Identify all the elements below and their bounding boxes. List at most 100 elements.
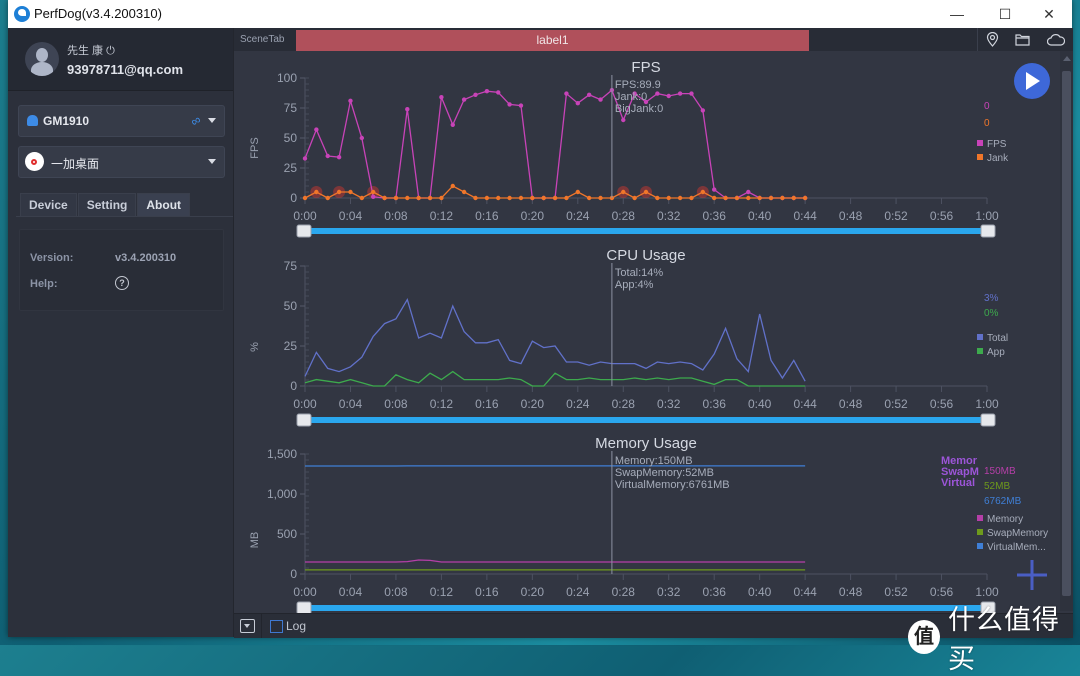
- fps-x-tick-label: 1:00: [975, 209, 999, 223]
- fps-jank-point: [598, 196, 602, 200]
- avatar[interactable]: [25, 42, 59, 76]
- main-panel: SceneTab label1 FPS FPS 02550751000:000:…: [233, 28, 1073, 637]
- fps-jank-point: [746, 196, 750, 200]
- fps-jank-point: [757, 196, 761, 200]
- fps-jank-point: [451, 184, 455, 188]
- app-select[interactable]: 一加桌面: [18, 146, 225, 178]
- log-checkbox[interactable]: [270, 620, 283, 633]
- fps-jank-point: [496, 196, 500, 200]
- fps-fps-point: [564, 91, 568, 95]
- scroll-up-arrow[interactable]: [1063, 56, 1071, 61]
- fps-y-tick-label: 25: [284, 161, 298, 175]
- cpu-x-tick-label: 0:40: [748, 397, 772, 411]
- fps-x-tick-label: 0:16: [475, 209, 499, 223]
- fps-jank-point: [632, 196, 636, 200]
- cpu-legend-label: App: [987, 347, 1005, 358]
- cpu-range-slider-left-handle[interactable]: [297, 414, 311, 426]
- fps-jank-point: [553, 196, 557, 200]
- memory-range-slider-track: [311, 605, 987, 611]
- link-icon[interactable]: ∞: [188, 112, 204, 130]
- add-chart-button[interactable]: [1017, 560, 1047, 590]
- cpu-x-tick-label: 0:12: [430, 397, 454, 411]
- memory-x-tick-label: 0:32: [657, 585, 681, 599]
- fps-fps-point: [405, 107, 409, 111]
- help-label: Help:: [30, 278, 58, 290]
- memory-legend-current-value: 52MB: [984, 481, 1010, 492]
- memory-legend-swatch: [977, 529, 983, 535]
- memory-y-tick-label: 500: [277, 527, 297, 541]
- device-name: GM1910: [43, 114, 89, 128]
- fps-y-tick-label: 0: [290, 191, 297, 205]
- memory-legend-label: VirtualMem...: [987, 542, 1046, 553]
- maximize-button[interactable]: ☐: [982, 0, 1028, 28]
- app-name: 一加桌面: [51, 155, 99, 172]
- cpu-x-tick-label: 0:44: [793, 397, 817, 411]
- minimize-button[interactable]: —: [934, 0, 980, 28]
- fps-fps-point: [655, 91, 659, 95]
- watermark-text: 什么值得买: [948, 598, 1080, 676]
- memory-chart-title: Memory Usage: [595, 435, 697, 452]
- fps-legend-current-value: 0: [984, 118, 990, 129]
- fps-series-fps-line: [305, 90, 805, 198]
- fps-x-tick-label: 0:36: [703, 209, 727, 223]
- fps-x-tick-label: 0:04: [339, 209, 363, 223]
- memory-range-slider-left-handle[interactable]: [297, 602, 311, 613]
- tab-device[interactable]: Device: [20, 193, 77, 216]
- chevron-down-icon: [208, 159, 216, 164]
- memory-y-tick-label: 0: [290, 567, 297, 581]
- fps-jank-point: [678, 196, 682, 200]
- fps-fps-point: [314, 127, 318, 131]
- fps-jank-point: [507, 196, 511, 200]
- cloud-icon[interactable]: [1047, 33, 1065, 46]
- memory-legend-label: SwapMemory: [987, 528, 1048, 539]
- cpu-y-tick-label: 75: [284, 259, 298, 273]
- cpu-chart-title: CPU Usage: [606, 247, 685, 264]
- fps-jank-point: [473, 196, 477, 200]
- folder-icon[interactable]: [1015, 33, 1030, 46]
- help-icon[interactable]: ?: [115, 276, 129, 290]
- fps-jank-point: [519, 196, 523, 200]
- about-panel: Version: v3.4.200310 Help: ?: [19, 229, 224, 311]
- fps-jank-point: [655, 196, 659, 200]
- cpu-range-slider-right-handle[interactable]: [981, 414, 995, 426]
- fps-y-tick-label: 100: [277, 71, 297, 85]
- scene-label-tab[interactable]: label1: [296, 30, 809, 51]
- fps-x-tick-label: 0:24: [566, 209, 590, 223]
- power-icon[interactable]: ⏻: [106, 45, 115, 57]
- scrollbar-thumb[interactable]: [1062, 71, 1071, 596]
- memory-legend-truncated-label: Virtual: [941, 477, 975, 489]
- fps-jank-point: [712, 196, 716, 200]
- fps-jank-point: [689, 196, 693, 200]
- vertical-scrollbar[interactable]: [1060, 51, 1073, 611]
- memory-x-tick-label: 0:44: [793, 585, 817, 599]
- tab-setting[interactable]: Setting: [78, 193, 137, 216]
- tab-about[interactable]: About: [137, 193, 190, 216]
- fps-legend-label: Jank: [987, 153, 1009, 164]
- memory-x-tick-label: 0:12: [430, 585, 454, 599]
- cpu-x-tick-label: 1:00: [975, 397, 999, 411]
- cpu-x-tick-label: 0:28: [612, 397, 636, 411]
- watermark: 值 什么值得买: [908, 598, 1080, 676]
- fps-jank-point: [644, 190, 648, 194]
- memory-x-tick-label: 0:16: [475, 585, 499, 599]
- fps-range-slider-left-handle[interactable]: [297, 225, 311, 237]
- memory-cursor-readout: Memory:150MB: [615, 455, 693, 467]
- fps-fps-point: [371, 195, 375, 199]
- scene-tab-label[interactable]: SceneTab: [240, 34, 284, 45]
- close-button[interactable]: ✕: [1026, 0, 1072, 28]
- play-button[interactable]: [1014, 63, 1050, 99]
- cpu-legend-swatch: [977, 334, 983, 340]
- log-label[interactable]: Log: [286, 619, 306, 633]
- cpu-x-tick-label: 0:04: [339, 397, 363, 411]
- expand-dropdown-button[interactable]: [240, 619, 255, 633]
- fps-jank-point: [371, 190, 375, 194]
- fps-fps-point: [519, 103, 523, 107]
- location-icon[interactable]: [986, 32, 999, 47]
- fps-fps-point: [667, 94, 671, 98]
- fps-fps-point: [326, 154, 330, 158]
- fps-range-slider-right-handle[interactable]: [981, 225, 995, 237]
- fps-legend-label: FPS: [987, 139, 1007, 150]
- memory-legend-current-value: 6762MB: [984, 496, 1022, 507]
- memory-x-tick-label: 0:52: [884, 585, 908, 599]
- device-select[interactable]: GM1910 ∞: [18, 105, 225, 137]
